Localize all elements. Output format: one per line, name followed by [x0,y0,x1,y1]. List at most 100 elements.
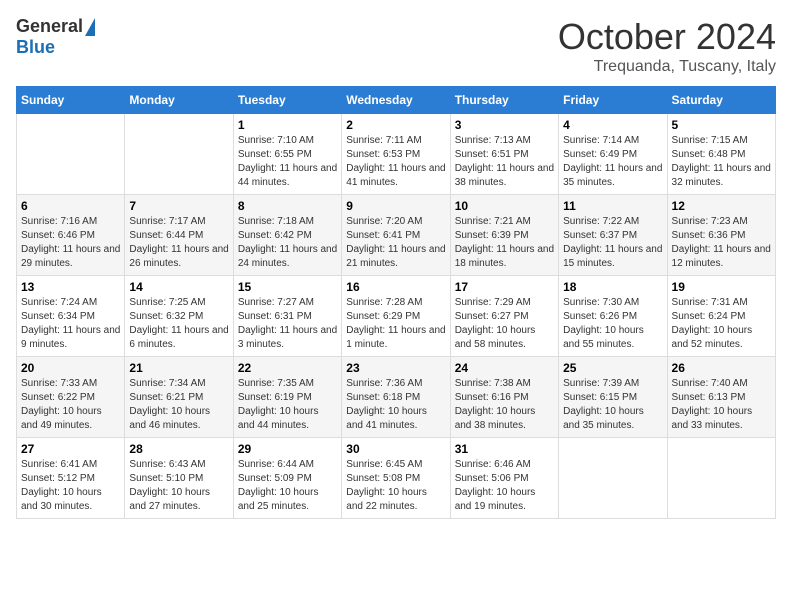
day-number: 13 [21,280,120,294]
calendar-cell [667,438,775,519]
logo-triangle-icon [85,18,95,36]
calendar-cell: 13 Sunrise: 7:24 AMSunset: 6:34 PMDayligh… [17,276,125,357]
day-number: 8 [238,199,337,213]
day-info: Sunrise: 7:24 AMSunset: 6:34 PMDaylight:… [21,296,120,352]
day-number: 4 [563,118,662,132]
day-info: Sunrise: 7:30 AMSunset: 6:26 PMDaylight:… [563,296,662,352]
day-of-week-header: Friday [559,87,667,114]
day-number: 12 [672,199,771,213]
calendar-cell: 28 Sunrise: 6:43 AMSunset: 5:10 PMDayligh… [125,438,233,519]
calendar-cell: 6Sunrise: 7:16 AMSunset: 6:46 PMDaylight… [17,195,125,276]
day-info: Sunrise: 7:14 AMSunset: 6:49 PMDaylight:… [563,134,662,190]
day-info: Sunrise: 7:18 AMSunset: 6:42 PMDaylight:… [238,215,337,271]
day-info: Sunrise: 7:27 AMSunset: 6:31 PMDaylight:… [238,296,337,352]
day-number: 9 [346,199,445,213]
day-number: 25 [563,361,662,375]
calendar-cell: 31Sunrise: 6:46 AMSunset: 5:06 PMDayligh… [450,438,558,519]
calendar-table: SundayMondayTuesdayWednesdayThursdayFrid… [16,86,776,519]
calendar-cell: 14 Sunrise: 7:25 AMSunset: 6:32 PMDayligh… [125,276,233,357]
calendar-cell: 16Sunrise: 7:28 AMSunset: 6:29 PMDayligh… [342,276,450,357]
day-info: Sunrise: 7:22 AMSunset: 6:37 PMDaylight:… [563,215,662,271]
day-of-week-header: Sunday [17,87,125,114]
calendar-cell: 18Sunrise: 7:30 AMSunset: 6:26 PMDayligh… [559,276,667,357]
day-info: Sunrise: 6:41 AMSunset: 5:12 PMDaylight:… [21,458,120,514]
day-number: 30 [346,442,445,456]
day-info: Sunrise: 7:20 AMSunset: 6:41 PMDaylight:… [346,215,445,271]
day-info: Sunrise: 7:29 AMSunset: 6:27 PMDaylight:… [455,296,554,352]
calendar-cell: 30 Sunrise: 6:45 AMSunset: 5:08 PMDayligh… [342,438,450,519]
day-number: 14 [129,280,228,294]
day-info: Sunrise: 7:33 AMSunset: 6:22 PMDaylight:… [21,377,120,433]
day-number: 10 [455,199,554,213]
calendar-header: SundayMondayTuesdayWednesdayThursdayFrid… [17,87,776,114]
calendar-cell: 20Sunrise: 7:33 AMSunset: 6:22 PMDayligh… [17,357,125,438]
calendar-cell: 4 Sunrise: 7:14 AMSunset: 6:49 PMDaylight… [559,114,667,195]
day-info: Sunrise: 7:23 AMSunset: 6:36 PMDaylight:… [672,215,771,271]
day-number: 21 [129,361,228,375]
day-of-week-header: Tuesday [233,87,341,114]
day-number: 19 [672,280,771,294]
day-of-week-header: Saturday [667,87,775,114]
week-row: 27 Sunrise: 6:41 AMSunset: 5:12 PMDayligh… [17,438,776,519]
calendar-cell: 5Sunrise: 7:15 AMSunset: 6:48 PMDaylight… [667,114,775,195]
day-info: Sunrise: 7:38 AMSunset: 6:16 PMDaylight:… [455,377,554,433]
calendar-cell: 11 Sunrise: 7:22 AMSunset: 6:37 PMDayligh… [559,195,667,276]
week-row: 1Sunrise: 7:10 AMSunset: 6:55 PMDaylight… [17,114,776,195]
calendar-cell: 1Sunrise: 7:10 AMSunset: 6:55 PMDaylight… [233,114,341,195]
day-of-week-header: Wednesday [342,87,450,114]
month-title: October 2024 [558,16,776,58]
calendar-cell: 29Sunrise: 6:44 AMSunset: 5:09 PMDayligh… [233,438,341,519]
day-number: 11 [563,199,662,213]
title-section: October 2024 Trequanda, Tuscany, Italy [558,16,776,76]
day-info: Sunrise: 7:11 AMSunset: 6:53 PMDaylight:… [346,134,445,190]
day-number: 26 [672,361,771,375]
page-header: General Blue October 2024 Trequanda, Tus… [16,16,776,76]
logo-blue: Blue [16,37,55,57]
day-number: 15 [238,280,337,294]
calendar-cell: 2 Sunrise: 7:11 AMSunset: 6:53 PMDaylight… [342,114,450,195]
calendar-cell [125,114,233,195]
day-info: Sunrise: 7:25 AMSunset: 6:32 PMDaylight:… [129,296,228,352]
day-info: Sunrise: 7:13 AMSunset: 6:51 PMDaylight:… [455,134,554,190]
day-info: Sunrise: 7:39 AMSunset: 6:15 PMDaylight:… [563,377,662,433]
day-info: Sunrise: 6:45 AMSunset: 5:08 PMDaylight:… [346,458,445,514]
day-number: 28 [129,442,228,456]
calendar-cell: 17 Sunrise: 7:29 AMSunset: 6:27 PMDayligh… [450,276,558,357]
day-number: 17 [455,280,554,294]
day-info: Sunrise: 6:43 AMSunset: 5:10 PMDaylight:… [129,458,228,514]
week-row: 6Sunrise: 7:16 AMSunset: 6:46 PMDaylight… [17,195,776,276]
day-number: 1 [238,118,337,132]
day-info: Sunrise: 7:31 AMSunset: 6:24 PMDaylight:… [672,296,771,352]
calendar-cell: 10 Sunrise: 7:21 AMSunset: 6:39 PMDayligh… [450,195,558,276]
week-row: 20Sunrise: 7:33 AMSunset: 6:22 PMDayligh… [17,357,776,438]
day-number: 23 [346,361,445,375]
calendar-cell: 21 Sunrise: 7:34 AMSunset: 6:21 PMDayligh… [125,357,233,438]
day-number: 3 [455,118,554,132]
calendar-cell: 8 Sunrise: 7:18 AMSunset: 6:42 PMDaylight… [233,195,341,276]
logo-general: General [16,16,83,37]
calendar-cell [17,114,125,195]
logo: General Blue [16,16,95,58]
day-number: 2 [346,118,445,132]
calendar-cell: 27 Sunrise: 6:41 AMSunset: 5:12 PMDayligh… [17,438,125,519]
calendar-cell: 12 Sunrise: 7:23 AMSunset: 6:36 PMDayligh… [667,195,775,276]
day-number: 6 [21,199,120,213]
day-number: 16 [346,280,445,294]
day-info: Sunrise: 7:21 AMSunset: 6:39 PMDaylight:… [455,215,554,271]
calendar-cell: 15 Sunrise: 7:27 AMSunset: 6:31 PMDayligh… [233,276,341,357]
calendar-body: 1Sunrise: 7:10 AMSunset: 6:55 PMDaylight… [17,114,776,519]
day-number: 31 [455,442,554,456]
day-info: Sunrise: 7:34 AMSunset: 6:21 PMDaylight:… [129,377,228,433]
day-number: 27 [21,442,120,456]
calendar-cell: 19 Sunrise: 7:31 AMSunset: 6:24 PMDayligh… [667,276,775,357]
day-number: 5 [672,118,771,132]
calendar-cell: 25 Sunrise: 7:39 AMSunset: 6:15 PMDayligh… [559,357,667,438]
day-number: 29 [238,442,337,456]
header-row: SundayMondayTuesdayWednesdayThursdayFrid… [17,87,776,114]
week-row: 13 Sunrise: 7:24 AMSunset: 6:34 PMDayligh… [17,276,776,357]
day-number: 24 [455,361,554,375]
day-info: Sunrise: 7:35 AMSunset: 6:19 PMDaylight:… [238,377,337,433]
location: Trequanda, Tuscany, Italy [558,58,776,76]
day-of-week-header: Monday [125,87,233,114]
calendar-cell [559,438,667,519]
